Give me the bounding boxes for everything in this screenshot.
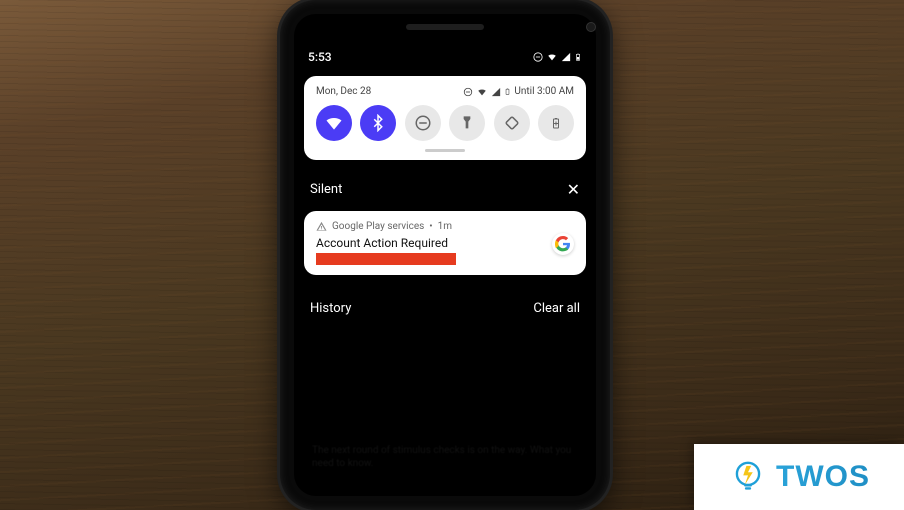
rotate-icon [503,114,521,132]
signal-small-icon [491,87,501,97]
google-logo-icon [552,233,574,255]
notification-age: 1m [438,221,452,232]
battery-saver-icon [550,114,562,132]
notification-card[interactable]: Google Play services • 1m Account Action… [304,211,586,275]
wifi-small-icon [476,87,488,97]
panel-drag-handle[interactable] [425,149,465,152]
qs-tile-battery-saver[interactable] [538,105,574,141]
status-icons [533,51,582,63]
background-app-content: The next round of stimulus checks is on … [304,436,586,496]
warning-icon [316,221,327,232]
qs-tile-dnd[interactable] [405,105,441,141]
qs-status-right: Until 3:00 AM [463,86,574,97]
phone-frame: 5:53 Mon, Dec 28 Until 3:00 AM [280,0,610,510]
notification-separator: • [429,221,432,232]
lightbulb-icon [728,457,768,497]
silent-section-header: Silent ✕ [294,166,596,209]
notification-footer: History Clear all [294,277,596,328]
wifi-icon [324,113,344,133]
silent-label: Silent [310,182,342,197]
battery-status-icon [574,51,582,63]
qs-dnd-until: Until 3:00 AM [514,86,574,97]
qs-tile-rotate[interactable] [494,105,530,141]
phone-speaker [406,24,484,30]
wifi-status-icon [546,52,558,62]
close-icon[interactable]: ✕ [567,180,580,199]
notification-header: Google Play services • 1m [316,221,574,232]
dnd-status-icon [533,52,543,62]
history-link[interactable]: History [310,301,351,316]
qs-tile-bluetooth[interactable] [360,105,396,141]
qs-date: Mon, Dec 28 [316,86,371,97]
status-time: 5:53 [308,50,332,64]
brand-watermark: TWOS [694,444,904,510]
quick-settings-tiles [316,105,574,141]
signal-status-icon [561,52,571,62]
dnd-icon [414,114,432,132]
notification-title: Account Action Required [316,236,574,250]
quick-settings-header: Mon, Dec 28 Until 3:00 AM [316,86,574,97]
phone-camera [586,22,596,32]
phone-screen: 5:53 Mon, Dec 28 Until 3:00 AM [294,14,596,496]
qs-tile-wifi[interactable] [316,105,352,141]
battery-small-icon [504,86,511,97]
bluetooth-icon [369,114,387,132]
flashlight-icon [459,115,475,131]
redacted-content [316,253,456,265]
qs-tile-flashlight[interactable] [449,105,485,141]
notification-app: Google Play services [332,221,424,232]
status-bar: 5:53 [294,14,596,70]
clear-all-button[interactable]: Clear all [533,301,580,316]
dnd-small-icon [463,87,473,97]
brand-text: TWOS [776,460,870,494]
quick-settings-panel[interactable]: Mon, Dec 28 Until 3:00 AM [304,76,586,160]
